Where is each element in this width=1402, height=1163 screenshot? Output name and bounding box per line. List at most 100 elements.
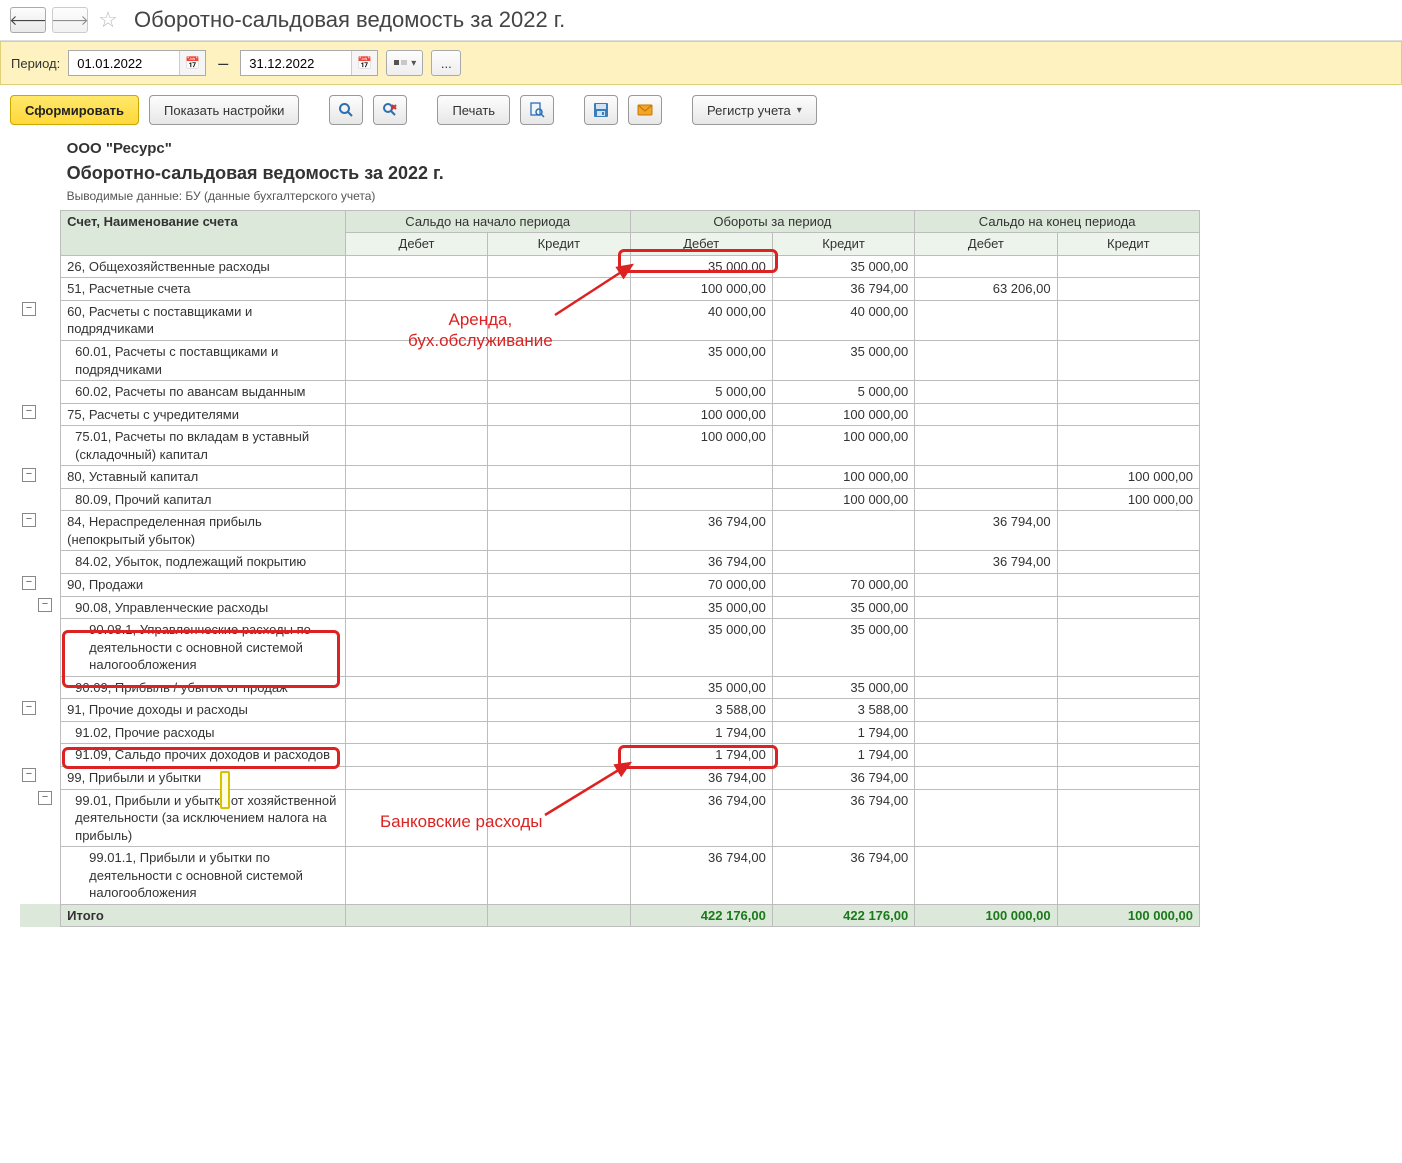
turn-debit: 100 000,00 [630,403,772,426]
table-row[interactable]: − 99, Прибыли и убытки 36 794,00 36 794,… [20,766,1200,789]
table-row[interactable]: − 99.01, Прибыли и убытки от хозяйственн… [20,789,1200,847]
total-label: Итого [61,904,346,927]
period-label: Период: [11,56,60,71]
turn-credit: 35 000,00 [772,676,914,699]
table-row[interactable]: − 80, Уставный капитал 100 000,00 100 00… [20,466,1200,489]
account-name: 91.09, Сальдо прочих доходов и расходов [61,744,346,767]
account-name: 60, Расчеты с поставщиками и подрядчикам… [61,300,346,340]
table-row[interactable]: 80.09, Прочий капитал 100 000,00 100 000… [20,488,1200,511]
show-settings-button[interactable]: Показать настройки [149,95,299,125]
turn-credit: 100 000,00 [772,466,914,489]
generate-button[interactable]: Сформировать [10,95,139,125]
preview-button[interactable] [520,95,554,125]
tree-collapse-icon[interactable]: − [22,513,36,527]
turn-debit: 70 000,00 [630,574,772,597]
turn-credit: 3 588,00 [772,699,914,722]
table-row[interactable]: 91.09, Сальдо прочих доходов и расходов … [20,744,1200,767]
table-row[interactable]: 75.01, Расчеты по вкладам в уставный (ск… [20,426,1200,466]
close-credit [1057,744,1199,767]
col-debit: Дебет [345,233,487,256]
period-dash: – [218,53,228,74]
close-credit [1057,789,1199,847]
register-button[interactable]: Регистр учета▾ [692,95,817,125]
close-credit [1057,676,1199,699]
table-row[interactable]: − 90, Продажи 70 000,00 70 000,00 [20,574,1200,597]
tree-collapse-icon[interactable]: − [22,302,36,316]
table-row[interactable]: 60.02, Расчеты по авансам выданным 5 000… [20,381,1200,404]
table-row[interactable]: − 84, Нераспределенная прибыль (непокрыт… [20,511,1200,551]
open-debit [345,300,487,340]
turn-debit: 3 588,00 [630,699,772,722]
find-button[interactable] [329,95,363,125]
tree-collapse-icon[interactable]: − [38,598,52,612]
close-debit: 36 794,00 [915,551,1057,574]
tree-collapse-icon[interactable]: − [22,576,36,590]
open-credit [488,255,630,278]
find-clear-button[interactable] [373,95,407,125]
table-row[interactable]: 26, Общехозяйственные расходы 35 000,00 … [20,255,1200,278]
table-row[interactable]: 51, Расчетные счета 100 000,00 36 794,00… [20,278,1200,301]
turn-credit: 35 000,00 [772,255,914,278]
table-row[interactable]: 90.09, Прибыль / убыток от продаж 35 000… [20,676,1200,699]
account-name: 90.08, Управленческие расходы [61,596,346,619]
mail-icon [637,102,653,118]
account-name: 84.02, Убыток, подлежащий покрытию [61,551,346,574]
turn-debit: 36 794,00 [630,847,772,905]
report-table: ООО "Ресурс" Оборотно-сальдовая ведомост… [20,135,1200,927]
favorite-star-icon[interactable]: ☆ [94,6,122,34]
tree-collapse-icon[interactable]: − [22,405,36,419]
turn-debit: 35 000,00 [630,619,772,677]
table-row[interactable]: 60.01, Расчеты с поставщиками и подрядчи… [20,341,1200,381]
turn-credit: 36 794,00 [772,847,914,905]
period-more-button[interactable]: ... [431,50,461,76]
account-name: 90.09, Прибыль / убыток от продаж [61,676,346,699]
close-debit [915,789,1057,847]
table-row[interactable]: − 75, Расчеты с учредителями 100 000,00 … [20,403,1200,426]
col-close-balance: Сальдо на конец периода [915,210,1200,233]
page-title: Оборотно-сальдовая ведомость за 2022 г. [134,7,565,33]
open-credit [488,619,630,677]
table-row[interactable]: 99.01.1, Прибыли и убытки по деятельност… [20,847,1200,905]
tree-collapse-icon[interactable]: − [22,701,36,715]
print-button[interactable]: Печать [437,95,510,125]
open-debit [345,255,487,278]
close-credit [1057,574,1199,597]
account-name: 99, Прибыли и убытки [61,766,346,789]
turn-credit [772,511,914,551]
turn-credit: 36 794,00 [772,789,914,847]
period-to-input[interactable] [241,51,351,75]
back-button[interactable]: 🡐 [10,7,46,33]
table-row[interactable]: 84.02, Убыток, подлежащий покрытию 36 79… [20,551,1200,574]
close-credit [1057,699,1199,722]
open-debit [345,619,487,677]
open-credit [488,466,630,489]
save-button[interactable] [584,95,618,125]
floppy-disk-icon [593,102,609,118]
account-name: 26, Общехозяйственные расходы [61,255,346,278]
calendar-icon[interactable]: 📅 [351,51,377,75]
col-account: Счет, Наименование счета [61,210,346,255]
search-cancel-icon [382,102,398,118]
period-preset-button[interactable]: ▾ [386,50,423,76]
tree-collapse-icon[interactable]: − [22,768,36,782]
forward-button[interactable]: 🡒 [52,7,88,33]
turn-debit: 35 000,00 [630,341,772,381]
table-row[interactable]: 91.02, Прочие расходы 1 794,00 1 794,00 [20,721,1200,744]
company-name: ООО "Ресурс" [67,139,1194,159]
table-row[interactable]: 90.08.1, Управленческие расходы по деяте… [20,619,1200,677]
period-from-input[interactable] [69,51,179,75]
email-button[interactable] [628,95,662,125]
table-row[interactable]: − 60, Расчеты с поставщиками и подрядчик… [20,300,1200,340]
tree-collapse-icon[interactable]: − [22,468,36,482]
open-debit [345,278,487,301]
account-name: 99.01.1, Прибыли и убытки по деятельност… [61,847,346,905]
tree-collapse-icon[interactable]: − [38,791,52,805]
open-credit [488,300,630,340]
calendar-icon[interactable]: 📅 [179,51,205,75]
turn-debit [630,488,772,511]
table-row[interactable]: − 91, Прочие доходы и расходы 3 588,00 3… [20,699,1200,722]
table-row[interactable]: − 90.08, Управленческие расходы 35 000,0… [20,596,1200,619]
close-credit [1057,766,1199,789]
total-close-credit: 100 000,00 [1057,904,1199,927]
open-debit [345,381,487,404]
